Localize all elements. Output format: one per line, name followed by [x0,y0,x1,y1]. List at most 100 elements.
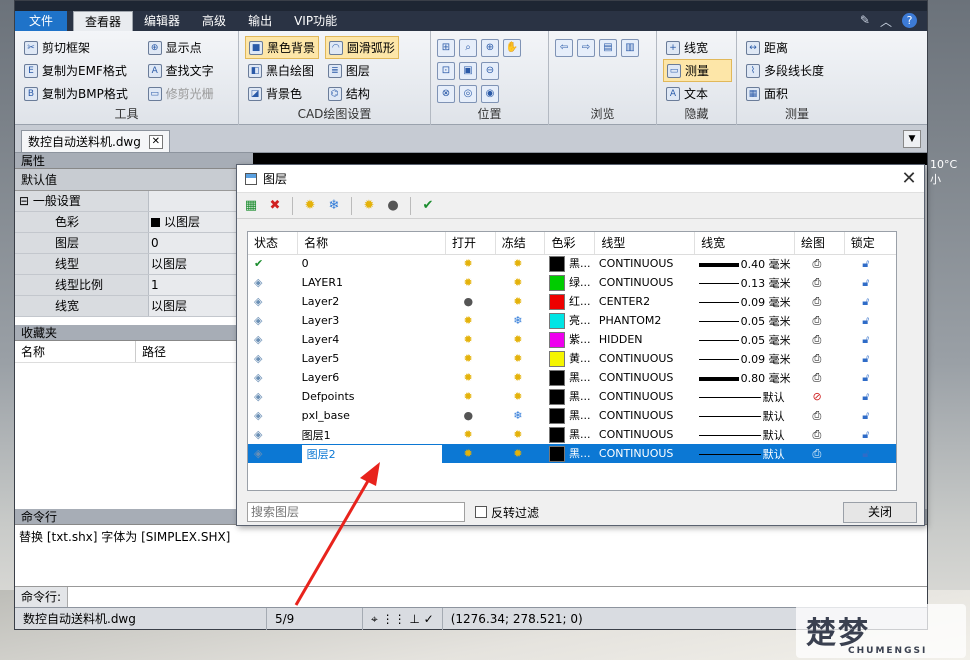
lock-icon[interactable]: 🔓︎ [862,409,869,422]
color-swatch[interactable] [548,351,565,367]
linetype-value[interactable]: CONTINUOUS [595,349,695,368]
area-button[interactable]: ▦ 面积 [743,82,853,105]
sun-icon[interactable]: ✹ [359,196,379,216]
sun-icon[interactable]: ✹ [513,295,522,308]
linetype-value[interactable]: CONTINUOUS [594,444,695,463]
collapse-box-icon[interactable]: ⊟ [19,194,29,208]
black-white-button[interactable]: ◧ 黑白绘图 [245,59,319,82]
polyline-length-button[interactable]: ⌇ 多段线长度 [743,59,853,82]
search-layers-input[interactable] [247,502,465,522]
apply-check-icon[interactable]: ✔ [418,196,438,216]
document-tab[interactable]: 数控自动送料机.dwg ✕ [21,130,170,152]
help-icon[interactable]: ? [902,12,917,28]
linetype-value[interactable]: CONTINUOUS [595,368,695,387]
tab-list-chevron-icon[interactable]: ▼ [903,130,921,148]
structure-button[interactable]: ⌬ 结构 [325,82,399,105]
current-check-icon[interactable]: ✔ [254,257,263,270]
printer-icon[interactable]: ⎙ [813,428,822,441]
sun-icon[interactable]: ✹ [513,276,522,289]
delete-layer-icon[interactable]: ✖ [265,196,285,216]
zoom-prev-icon[interactable]: ◎ [459,84,477,103]
layer-name-edit[interactable]: 图层2 [301,444,442,463]
layer-stack-icon[interactable]: ◈ [254,276,262,289]
color-swatch[interactable] [548,408,565,424]
snowflake-icon[interactable]: ❄ [513,409,522,422]
lock-icon[interactable]: 🔓︎ [862,390,869,403]
show-points-button[interactable]: ⊕ 显示点 [145,36,217,59]
zoom-extents-icon[interactable]: ▣ [459,61,477,80]
printer-icon[interactable]: ⎙ [813,295,822,308]
printer-icon[interactable]: ⎙ [813,447,822,460]
close-icon[interactable]: ✕ [894,168,924,189]
layer-row[interactable]: ◈ Layer5 ✹ ✹ 黄... CONTINUOUS 0.09 毫米 ⎙ 🔓︎ [248,349,896,368]
extents-icon[interactable]: ⊡ [437,61,455,80]
cut-frame-button[interactable]: ✂ 剪切框架 [21,36,131,59]
trim-raster-button[interactable]: ▭ 修剪光栅 [145,82,217,105]
printer-icon[interactable]: ⎙ [813,352,822,365]
layer-stack-icon[interactable]: ◈ [254,390,262,403]
fit-icon[interactable]: ⊞ [437,38,455,57]
bulb-off-icon[interactable]: ● [464,409,474,422]
lock-icon[interactable]: 🔓︎ [862,333,869,346]
pen-icon[interactable]: ✎ [860,13,870,30]
col-freeze[interactable]: 冻结 [495,232,546,255]
color-swatch[interactable] [548,427,565,443]
zoom-out-icon[interactable]: ⊖ [481,61,499,80]
menu-editor[interactable]: 编辑器 [133,11,191,31]
layer-stack-icon[interactable]: ◈ [254,314,262,327]
lock-icon[interactable]: 🔓︎ [862,447,869,460]
linetype-value[interactable]: HIDDEN [595,330,695,349]
sun-icon[interactable]: ✹ [464,447,473,460]
col-lineweight[interactable]: 线宽 [694,232,796,255]
linetype-value[interactable]: CONTINUOUS [595,425,695,444]
sun-icon[interactable]: ✹ [464,276,473,289]
property-row[interactable]: 线型比例 1 [15,275,253,296]
bulb-icon[interactable]: ● [383,196,403,216]
lock-icon[interactable]: 🔓︎ [862,257,869,270]
zoom-in-icon[interactable]: ⊕ [481,38,499,57]
pan-hand-icon[interactable]: ✋ [503,38,521,57]
sun-icon[interactable]: ✹ [513,447,522,460]
layer-stack-icon[interactable]: ◈ [254,352,262,365]
menu-viewer[interactable]: 查看器 [73,11,134,31]
linetype-value[interactable]: CONTINUOUS [595,387,695,406]
invert-filter-checkbox[interactable]: 反转过滤 [475,504,539,521]
black-background-button[interactable]: ■ 黑色背景 [245,36,320,59]
sun-icon[interactable]: ✹ [513,371,522,384]
printer-icon[interactable]: ⎙ [813,371,822,384]
printer-icon[interactable]: ⎙ [813,276,822,289]
layer-row[interactable]: ◈ Layer2 ● ✹ 红... CENTER2 0.09 毫米 ⎙ 🔓︎ [248,292,896,311]
text-toggle-button[interactable]: A 文本 [663,82,732,105]
color-swatch[interactable] [548,446,565,462]
menu-file[interactable]: 文件 [15,11,68,31]
lock-icon[interactable]: 🔓︎ [862,276,869,289]
layer-stack-icon[interactable]: ◈ [254,371,262,384]
measure-toggle-button[interactable]: ▭ 测量 [663,59,732,82]
col-color[interactable]: 色彩 [544,232,596,255]
lock-icon[interactable]: 🔓︎ [862,314,869,327]
snowflake-icon[interactable]: ❄ [513,314,522,327]
lock-icon[interactable]: 🔓︎ [862,428,869,441]
orbit-icon[interactable]: ◉ [481,84,499,103]
freeze-all-icon[interactable]: ❄ [324,196,344,216]
realtime-zoom-icon[interactable]: ⊗ [437,84,455,103]
sun-icon[interactable]: ✹ [464,352,473,365]
lock-icon[interactable]: 🔓︎ [862,295,869,308]
menu-advanced[interactable]: 高级 [191,11,237,31]
layer-stack-icon[interactable]: ◈ [254,447,262,460]
sun-icon[interactable]: ✹ [513,352,522,365]
collapse-icon[interactable]: ︿ [880,13,892,30]
layer-row[interactable]: ✔ 0 ✹ ✹ 黑... CONTINUOUS 0.40 毫米 ⎙ 🔓︎ [248,254,896,273]
no-plot-icon[interactable]: ⊘ [813,390,822,403]
all-on-icon[interactable]: ✹ [300,196,320,216]
find-text-button[interactable]: A 查找文字 [145,59,217,82]
linetype-value[interactable]: CONTINUOUS [595,406,695,425]
line-width-button[interactable]: + 线宽 [663,36,732,59]
close-button[interactable]: 关闭 [843,501,917,523]
page-settings-icon[interactable]: ▥ [621,38,639,57]
sun-icon[interactable]: ✹ [464,371,473,384]
layer-stack-icon[interactable]: ◈ [254,295,262,308]
background-color-button[interactable]: ◪ 背景色 [245,82,319,105]
col-lock[interactable]: 锁定 [844,232,896,255]
sun-icon[interactable]: ✹ [513,428,522,441]
